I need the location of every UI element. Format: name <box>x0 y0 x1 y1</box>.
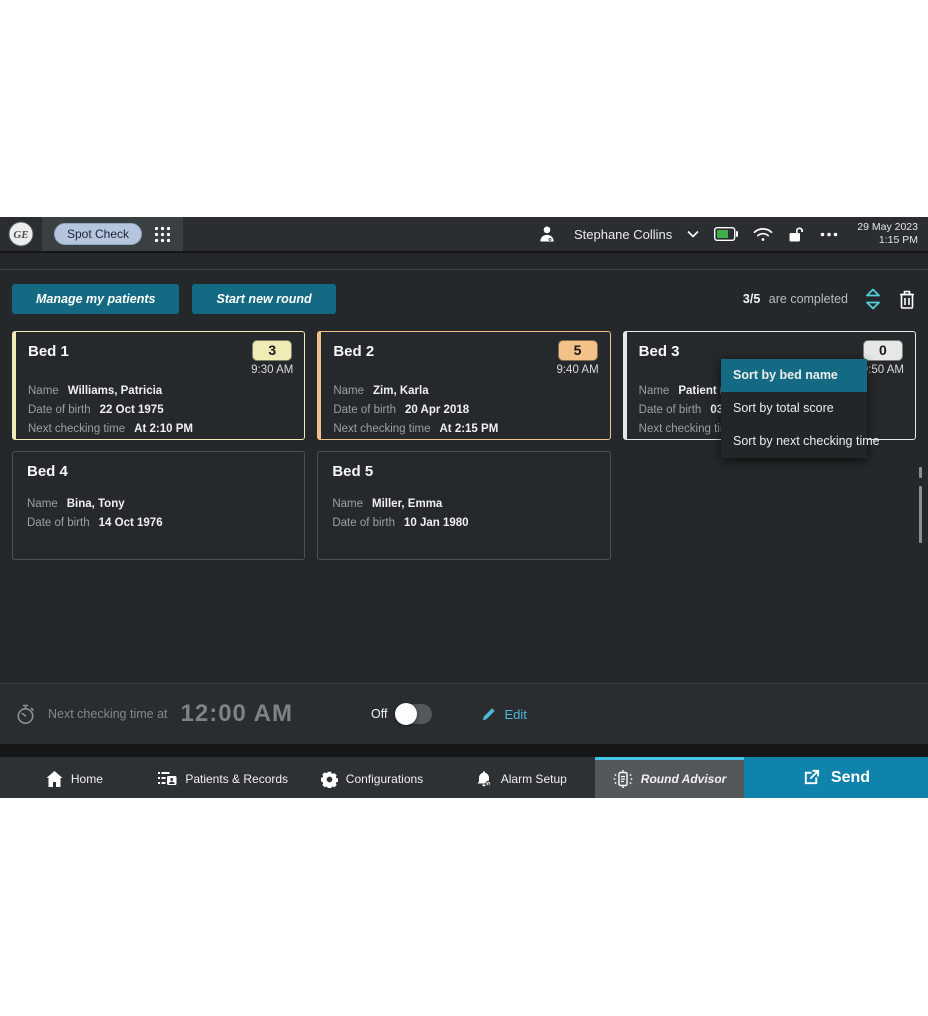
bottom-navigation: Home Patients & Records Configurations A… <box>0 757 928 798</box>
field-label: Name <box>28 382 59 401</box>
next-checking-time-value: 12:00 AM <box>181 700 293 728</box>
ge-logo-icon: GE <box>8 221 34 247</box>
more-options-icon[interactable] <box>820 232 838 237</box>
field-label: Date of birth <box>333 401 396 420</box>
field-value: Zim, Karla <box>373 382 429 401</box>
top-status-bar: GE Spot Check Stephane Collins <box>0 217 928 253</box>
field-label: Next checking time <box>28 420 125 439</box>
completed-status: 3/5 are completed <box>743 292 848 306</box>
patients-records-icon <box>158 771 177 787</box>
bed-name: Bed 2 <box>333 340 374 360</box>
spot-check-badge[interactable]: Spot Check <box>54 223 142 245</box>
next-checking-label: Next checking time at <box>48 707 168 721</box>
bed-card-1[interactable]: Bed 1 3 9:30 AM Name Williams, Patricia D… <box>12 331 305 440</box>
time-text: 1:15 PM <box>857 234 918 247</box>
home-icon <box>46 771 63 787</box>
bed-card-4[interactable]: Bed 4 Name Bina, Tony Date of birth 14 Oct… <box>12 451 305 560</box>
toggle-knob[interactable] <box>395 703 417 725</box>
field-label: Date of birth <box>332 514 395 533</box>
edit-link[interactable]: Edit <box>482 707 526 722</box>
sort-option-bed-name[interactable]: Sort by bed name <box>721 359 867 392</box>
send-icon <box>802 768 821 787</box>
field-value: Miller, Emma <box>372 495 442 514</box>
sort-option-next-checking-time[interactable]: Sort by next checking time <box>721 425 867 458</box>
bed-name: Bed 4 <box>27 460 68 480</box>
score-badge: 0 <box>863 340 903 361</box>
field-label: Next checking time <box>333 420 430 439</box>
field-label: Date of birth <box>28 401 91 420</box>
wifi-icon <box>753 227 773 242</box>
bed-name: Bed 3 <box>639 340 680 360</box>
send-button[interactable]: Send <box>744 757 928 798</box>
field-label: Name <box>27 495 58 514</box>
completed-label: are completed <box>769 292 848 306</box>
nav-gap <box>0 744 928 757</box>
sort-option-total-score[interactable]: Sort by total score <box>721 392 867 425</box>
sort-icon[interactable] <box>864 287 882 311</box>
timer-icon <box>16 704 35 725</box>
pencil-icon <box>482 707 496 721</box>
field-value: At 2:10 PM <box>134 420 193 439</box>
user-menu[interactable]: Stephane Collins <box>574 227 672 242</box>
bed-name: Bed 1 <box>28 340 69 360</box>
round-time: 9:50 AM <box>862 364 904 376</box>
field-value: Bina, Tony <box>67 495 125 514</box>
field-value: Williams, Patricia <box>68 382 163 401</box>
field-value: 22 Oct 1975 <box>100 401 164 420</box>
manage-my-patients-button[interactable]: Manage my patients <box>12 284 179 314</box>
date-time: 29 May 2023 1:15 PM <box>857 221 918 247</box>
send-label: Send <box>831 769 870 787</box>
field-value: 14 Oct 1976 <box>99 514 163 533</box>
toolbar: Manage my patients Start new round 3/5 a… <box>12 284 916 314</box>
round-time: 9:40 AM <box>556 364 598 376</box>
gear-icon <box>321 771 338 788</box>
bed-card-5[interactable]: Bed 5 Name Miller, Emma Date of birth 10 J… <box>317 451 610 560</box>
round-time: 9:30 AM <box>251 364 293 376</box>
clinician-icon <box>537 224 557 244</box>
svg-text:GE: GE <box>13 229 28 241</box>
field-label: Date of birth <box>27 514 90 533</box>
tab-configurations[interactable]: Configurations <box>298 757 447 798</box>
field-label: Name <box>639 382 670 401</box>
tab-alarm-setup[interactable]: Alarm Setup <box>446 757 595 798</box>
bed-card-2[interactable]: Bed 2 5 9:40 AM Name Zim, Karla Date of b… <box>317 331 610 440</box>
completed-count: 3/5 <box>743 292 760 306</box>
next-checking-panel: Next checking time at 12:00 AM Off Edit <box>0 683 928 744</box>
device-screen: GE Spot Check Stephane Collins <box>0 217 928 798</box>
start-new-round-button[interactable]: Start new round <box>192 284 335 314</box>
field-label: Name <box>332 495 363 514</box>
edit-label: Edit <box>504 707 526 722</box>
tab-patients-records[interactable]: Patients & Records <box>149 757 298 798</box>
tab-round-advisor[interactable]: Round Advisor <box>595 757 744 798</box>
app-switcher-group: Spot Check <box>42 217 183 251</box>
apps-grid-icon[interactable] <box>154 226 171 243</box>
chevron-down-icon[interactable] <box>687 230 699 238</box>
trash-icon[interactable] <box>898 289 916 310</box>
tab-home[interactable]: Home <box>0 757 149 798</box>
scrollbar-thumb[interactable] <box>919 486 922 543</box>
field-label: Name <box>333 382 364 401</box>
tab-label: Home <box>71 772 103 786</box>
field-value: At 2:15 PM <box>439 420 498 439</box>
score-badge: 3 <box>252 340 292 361</box>
bed-name: Bed 5 <box>332 460 373 480</box>
field-value: 10 Jan 1980 <box>404 514 469 533</box>
battery-icon <box>714 227 738 241</box>
tab-label: Alarm Setup <box>501 772 567 786</box>
field-value: 20 Apr 2018 <box>405 401 469 420</box>
alarm-bell-icon <box>475 771 493 788</box>
scrollbar-thumb[interactable] <box>919 467 922 478</box>
sort-dropdown-menu: Sort by bed name Sort by total score Sor… <box>721 359 867 458</box>
round-advisor-icon <box>613 770 633 788</box>
tab-label: Patients & Records <box>185 772 288 786</box>
date-text: 29 May 2023 <box>857 221 918 234</box>
unlock-icon[interactable] <box>788 225 805 243</box>
score-badge: 5 <box>558 340 598 361</box>
tab-label: Configurations <box>346 772 423 786</box>
field-label: Date of birth <box>639 401 702 420</box>
toggle-state-label: Off <box>371 707 387 721</box>
checking-time-toggle[interactable] <box>395 704 432 724</box>
tab-label: Round Advisor <box>641 772 727 786</box>
